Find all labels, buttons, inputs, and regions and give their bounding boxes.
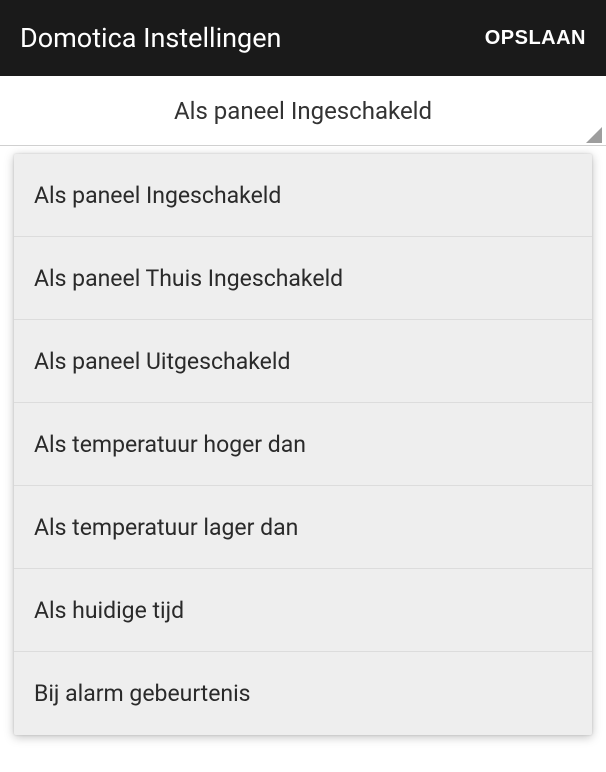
dropdown-item-label: Bij alarm gebeurtenis xyxy=(34,680,251,707)
dropdown-item-panel-armed[interactable]: Als paneel Ingeschakeld xyxy=(14,154,592,237)
dropdown-item-label: Als temperatuur lager dan xyxy=(34,514,298,541)
dropdown-item-label: Als paneel Thuis Ingeschakeld xyxy=(34,265,343,292)
app-header: Domotica Instellingen OPSLAAN xyxy=(0,0,606,76)
condition-dropdown-list: Als paneel Ingeschakeld Als paneel Thuis… xyxy=(14,154,592,735)
dropdown-item-label: Als paneel Ingeschakeld xyxy=(34,182,281,209)
save-button[interactable]: OPSLAAN xyxy=(485,27,586,50)
dropdown-item-label: Als temperatuur hoger dan xyxy=(34,431,306,458)
dropdown-item-temp-higher[interactable]: Als temperatuur hoger dan xyxy=(14,403,592,486)
page-title: Domotica Instellingen xyxy=(20,22,281,54)
dropdown-item-label: Als huidige tijd xyxy=(34,597,184,624)
condition-select-value: Als paneel Ingeschakeld xyxy=(174,97,432,125)
dropdown-item-current-time[interactable]: Als huidige tijd xyxy=(14,569,592,652)
dropdown-item-panel-home-armed[interactable]: Als paneel Thuis Ingeschakeld xyxy=(14,237,592,320)
dropdown-item-temp-lower[interactable]: Als temperatuur lager dan xyxy=(14,486,592,569)
condition-select[interactable]: Als paneel Ingeschakeld xyxy=(0,76,606,146)
dropdown-indicator-icon xyxy=(586,127,602,143)
dropdown-item-label: Als paneel Uitgeschakeld xyxy=(34,348,290,375)
dropdown-item-panel-disarmed[interactable]: Als paneel Uitgeschakeld xyxy=(14,320,592,403)
dropdown-item-alarm-event[interactable]: Bij alarm gebeurtenis xyxy=(14,652,592,735)
